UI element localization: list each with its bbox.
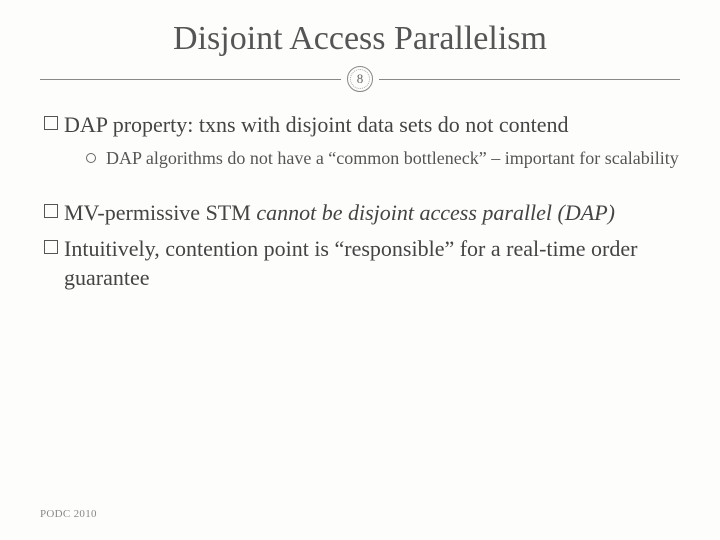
square-bullet-icon <box>44 204 58 218</box>
bullet-text: Intuitively, contention point is “respon… <box>64 234 680 293</box>
page-number-badge: 8 <box>347 66 373 92</box>
sub-bullet-item: DAP algorithms do not have a “common bot… <box>86 146 680 170</box>
footer-text: PODC 2010 <box>40 508 97 520</box>
divider-line-left <box>40 79 341 80</box>
bullet-text: MV-permissive STM cannot be disjoint acc… <box>64 198 615 228</box>
page-number: 8 <box>357 71 364 87</box>
slide: Disjoint Access Parallelism 8 DAP proper… <box>0 0 720 540</box>
bullet-text-italic: cannot be disjoint access parallel (DAP) <box>256 200 615 225</box>
circle-bullet-icon <box>86 153 96 163</box>
bullet-item: DAP property: txns with disjoint data se… <box>44 110 680 140</box>
title-divider: 8 <box>40 66 680 92</box>
bullet-item: Intuitively, contention point is “respon… <box>44 234 680 293</box>
content-area: DAP property: txns with disjoint data se… <box>40 110 680 293</box>
divider-line-right <box>379 79 680 80</box>
bullet-text-plain: MV-permissive STM <box>64 200 256 225</box>
sub-bullet-text: DAP algorithms do not have a “common bot… <box>106 146 679 170</box>
square-bullet-icon <box>44 116 58 130</box>
square-bullet-icon <box>44 240 58 254</box>
slide-title: Disjoint Access Parallelism <box>40 20 680 58</box>
bullet-item: MV-permissive STM cannot be disjoint acc… <box>44 198 680 228</box>
bullet-text: DAP property: txns with disjoint data se… <box>64 110 569 140</box>
